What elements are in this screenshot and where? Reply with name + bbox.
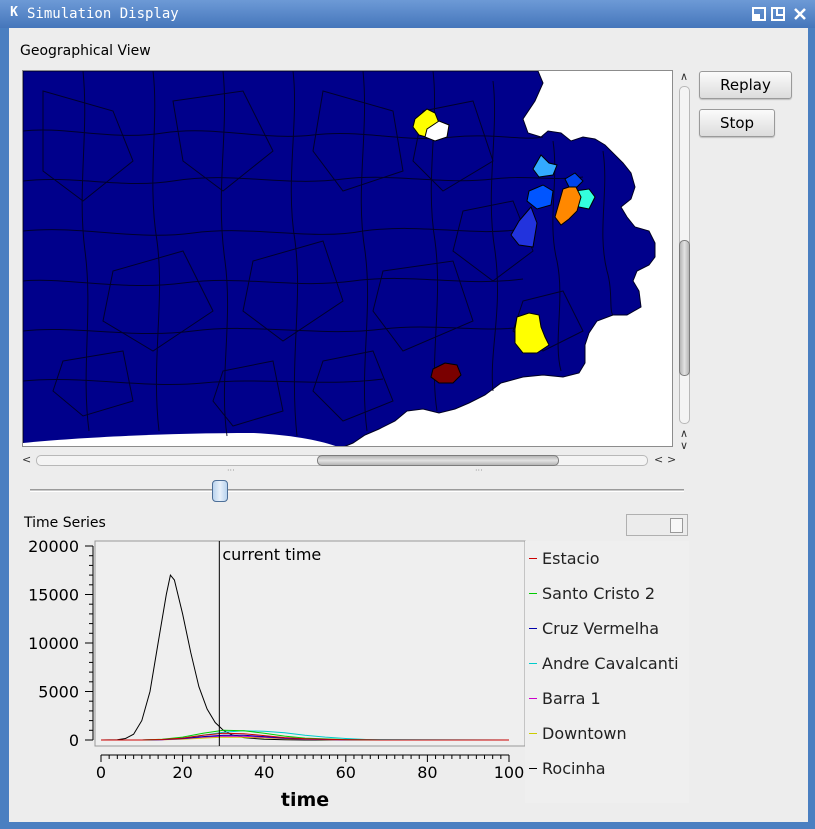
time-slider-handle[interactable] (212, 480, 228, 502)
legend-swatch (529, 663, 537, 664)
simulation-display-window: K Simulation Display Geographical View ∧… (0, 0, 815, 829)
legend-swatch (529, 628, 537, 629)
x-tick-label: 100 (494, 763, 525, 782)
time-slider-groove[interactable] (30, 489, 684, 492)
client-area: Geographical View ∧ ∧ ∨ < < > Replay Sto… (9, 28, 808, 822)
legend-label: Estacio (542, 549, 600, 568)
legend-label: Downtown (542, 724, 627, 743)
splitter-handle-right[interactable]: ··· (475, 467, 483, 475)
legend-label: Santo Cristo 2 (542, 584, 656, 603)
legend-item: Rocinha (529, 759, 606, 779)
legend-item: Cruz Vermelha (529, 619, 659, 639)
legend-item: Barra 1 (529, 689, 601, 709)
horizontal-scroll-thumb[interactable] (317, 455, 559, 466)
legend-label: Cruz Vermelha (542, 619, 660, 638)
y-tick-label: 0 (69, 731, 79, 750)
legend-label: Rocinha (542, 759, 606, 778)
x-tick-label: 80 (417, 763, 437, 782)
x-tick-label: 20 (172, 763, 192, 782)
scroll-right-icon[interactable]: > (667, 454, 676, 465)
splitter-handle[interactable]: ··· (227, 467, 235, 475)
kde-app-icon[interactable]: K (6, 5, 22, 21)
scroll-down-icon[interactable]: ∨ (680, 440, 688, 451)
legend-swatch (529, 698, 537, 699)
x-tick-label: 60 (336, 763, 356, 782)
map-horizontal-scrollbar[interactable]: < < > (22, 452, 693, 468)
titlebar[interactable]: K Simulation Display (0, 0, 815, 28)
legend-item: Downtown (529, 724, 627, 744)
x-tick-label: 0 (96, 763, 106, 782)
current-time-label: current time (222, 545, 321, 564)
y-tick-label: 15000 (28, 586, 79, 605)
scroll-up-icon[interactable]: ∧ (680, 71, 688, 82)
legend-swatch (529, 733, 537, 734)
close-icon[interactable] (792, 6, 808, 22)
legend-swatch (529, 558, 537, 559)
y-axis: 0 5000 10000 15000 20000 (28, 537, 94, 750)
legend-item: Andre Cavalcanti (529, 654, 679, 674)
maximize-icon[interactable] (770, 6, 786, 22)
legend-label: Barra 1 (542, 689, 601, 708)
legend-item: Estacio (529, 549, 600, 569)
time-series-chart: 0 5000 10000 15000 20000 0 20 40 60 80 100 curren… (28, 537, 526, 811)
legend-item: Santo Cristo 2 (529, 584, 655, 604)
map-vertical-scrollbar[interactable]: ∧ ∧ ∨ (676, 70, 693, 455)
geographical-view-label: Geographical View (20, 43, 151, 59)
plot-area (94, 540, 526, 747)
map-canvas[interactable] (23, 71, 673, 447)
scroll-left-small-icon[interactable]: < (654, 454, 663, 465)
x-tick-label: 40 (254, 763, 274, 782)
y-tick-label: 10000 (28, 634, 79, 653)
y-tick-label: 20000 (28, 537, 79, 556)
minimize-icon[interactable] (751, 6, 767, 22)
legend-swatch (529, 768, 537, 769)
replay-button[interactable]: Replay (699, 71, 792, 99)
scroll-left-icon[interactable]: < (22, 454, 31, 465)
time-series-float-button[interactable] (626, 514, 688, 536)
y-tick-label: 5000 (38, 683, 79, 702)
legend-swatch (529, 593, 537, 594)
x-axis-title: time (281, 789, 329, 811)
x-axis: 0 20 40 60 80 100 (96, 754, 525, 782)
chart-legend: Estacio Santo Cristo 2 Cruz Vermelha Andre … (525, 541, 689, 803)
window-title: Simulation Display (27, 6, 179, 22)
legend-label: Andre Cavalcanti (542, 654, 679, 673)
geographical-map-view[interactable] (22, 70, 673, 447)
stop-button[interactable]: Stop (699, 109, 775, 137)
vertical-scroll-thumb[interactable] (679, 240, 690, 376)
time-series-label: Time Series (24, 515, 106, 531)
scroll-up-small-icon[interactable]: ∧ (680, 428, 688, 439)
